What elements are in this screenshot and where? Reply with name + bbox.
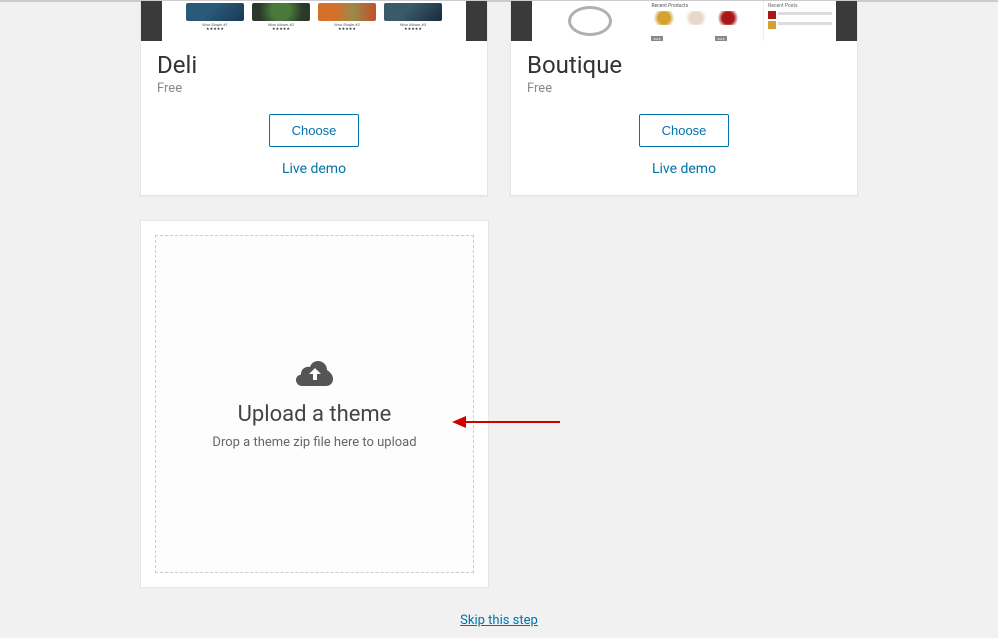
theme-price: Free bbox=[527, 81, 841, 96]
upload-theme-card: Upload a theme Drop a theme zip file her… bbox=[140, 220, 489, 588]
upload-description: Drop a theme zip file here to upload bbox=[212, 435, 416, 450]
theme-preview-deli: Woo Single #1 ★★★★★ Woo Album #2 ★★★★★ W… bbox=[141, 1, 487, 41]
theme-card-deli: Woo Single #1 ★★★★★ Woo Album #2 ★★★★★ W… bbox=[140, 0, 488, 196]
theme-price: Free bbox=[157, 81, 471, 96]
upload-dropzone[interactable]: Upload a theme Drop a theme zip file her… bbox=[155, 235, 474, 573]
upload-title: Upload a theme bbox=[238, 402, 392, 427]
live-demo-link-deli[interactable]: Live demo bbox=[157, 161, 471, 177]
theme-preview-boutique: Recent Products SALE SALE Recent Posts bbox=[511, 1, 857, 41]
section-title: Recent Products bbox=[651, 3, 759, 9]
theme-name: Boutique bbox=[527, 51, 841, 79]
skip-step-link[interactable]: Skip this step bbox=[460, 613, 538, 628]
cloud-upload-icon bbox=[295, 358, 335, 386]
theme-card-boutique: Recent Products SALE SALE Recent Posts bbox=[510, 0, 858, 196]
theme-name: Deli bbox=[157, 51, 471, 79]
sidebar-title: Recent Posts bbox=[768, 3, 832, 9]
choose-button-deli[interactable]: Choose bbox=[269, 114, 360, 147]
watch-image bbox=[568, 6, 612, 36]
live-demo-link-boutique[interactable]: Live demo bbox=[527, 161, 841, 177]
choose-button-boutique[interactable]: Choose bbox=[639, 114, 730, 147]
